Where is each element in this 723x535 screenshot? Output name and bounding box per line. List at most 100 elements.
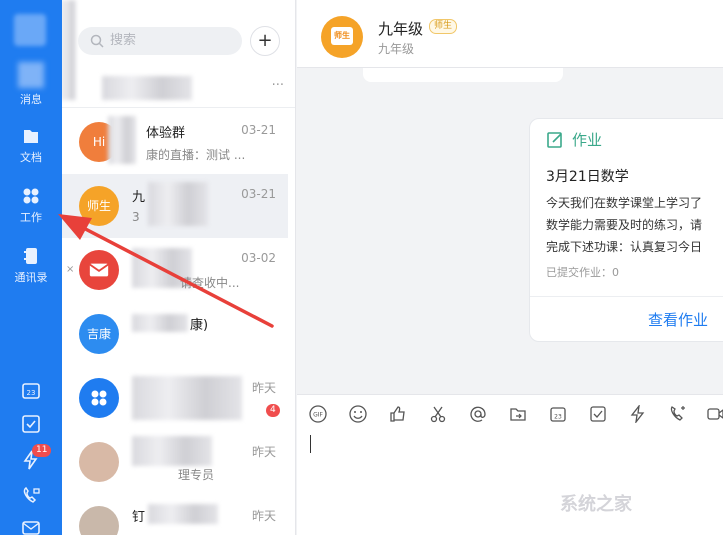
nav-messages[interactable]: 消息 bbox=[0, 62, 62, 107]
avatar bbox=[79, 250, 119, 290]
chat-subtitle: 九年级 bbox=[378, 42, 415, 56]
nav-label: 通讯录 bbox=[14, 271, 48, 284]
view-homework-button[interactable]: 查看作业 bbox=[648, 309, 708, 330]
homework-card[interactable]: 作业 3月21日数学 今天我们在数学课堂上学习了 数学能力需要及时的练习，请 完… bbox=[529, 118, 723, 342]
nav-work[interactable]: 工作 bbox=[0, 186, 62, 225]
conversation-preview: 3 bbox=[132, 210, 140, 224]
gif-icon[interactable]: GIF bbox=[309, 405, 327, 423]
card-header: 作业 bbox=[572, 131, 603, 149]
card-text-line: 今天我们在数学课堂上学习了 bbox=[546, 196, 703, 210]
conversation-name: 钉 bbox=[132, 510, 146, 525]
unread-badge: 11 bbox=[32, 444, 52, 457]
contacts-icon bbox=[24, 248, 37, 264]
todo-icon[interactable] bbox=[21, 414, 41, 434]
thumbs-up-icon[interactable] bbox=[389, 405, 407, 423]
conversation-list: 搜索 + ··· Hi 体验群 康的直播：测试 ... 03-21 师生 九 3… bbox=[62, 0, 296, 535]
document-icon bbox=[24, 130, 38, 143]
blurred-region bbox=[132, 376, 242, 420]
nav-label: 工作 bbox=[20, 211, 42, 224]
conversation-preview: 请查收中... bbox=[180, 276, 240, 290]
group-tag: 师生 bbox=[429, 19, 458, 34]
unread-badge: 4 bbox=[266, 404, 280, 417]
avatar bbox=[79, 378, 119, 418]
message-icon bbox=[18, 62, 44, 88]
avatar bbox=[79, 442, 119, 482]
list-item[interactable]: × 请查收中... 03-02 bbox=[62, 238, 288, 302]
blurred-region bbox=[102, 76, 192, 100]
video-call-icon[interactable] bbox=[21, 486, 41, 506]
chat-header: 师生 九年级 师生 九年级 bbox=[297, 0, 723, 68]
group-avatar[interactable]: 师生 bbox=[321, 16, 363, 58]
call-icon[interactable] bbox=[669, 405, 687, 423]
conversation-time: 昨天 bbox=[251, 445, 276, 459]
watermark: 系统之家 bbox=[560, 494, 632, 515]
blurred-region bbox=[132, 436, 212, 466]
flash-icon[interactable] bbox=[629, 405, 647, 423]
todo-icon[interactable] bbox=[589, 405, 607, 423]
list-item[interactable]: 钉 昨天 bbox=[62, 494, 288, 535]
edit-icon bbox=[547, 132, 562, 148]
more-icon[interactable]: ··· bbox=[272, 78, 284, 93]
conversation-time: 03-21 bbox=[241, 123, 276, 137]
calendar-icon[interactable]: 23 bbox=[549, 405, 567, 423]
conversation-time: 昨天 bbox=[251, 381, 276, 395]
nav-label: 消息 bbox=[20, 93, 42, 106]
conversation-name: 九 bbox=[132, 190, 146, 205]
svg-text:23: 23 bbox=[554, 414, 562, 421]
conversation-time: 03-02 bbox=[241, 251, 276, 265]
list-item[interactable]: 昨天 4 bbox=[62, 366, 288, 430]
blurred-region bbox=[108, 116, 136, 164]
avatar bbox=[79, 506, 119, 535]
user-avatar[interactable] bbox=[14, 14, 46, 46]
emoji-icon[interactable] bbox=[349, 405, 367, 423]
add-button[interactable]: + bbox=[250, 26, 280, 56]
conversation-time: 昨天 bbox=[251, 509, 276, 523]
search-placeholder: 搜索 bbox=[110, 33, 137, 48]
video-icon[interactable] bbox=[707, 405, 723, 423]
calendar-icon[interactable]: 23 bbox=[21, 380, 41, 400]
nav-label: 文档 bbox=[20, 151, 42, 164]
app-window: 消息 文档 工作 通讯录 23 11 搜索 + ··· Hi 体验群 康的直播：… bbox=[0, 0, 723, 535]
chat-pane: 师生 九年级 师生 九年级 作业 3月21日数学 今天我们在数学课堂上学习了 数… bbox=[297, 0, 723, 535]
list-item[interactable]: 吉康 康) bbox=[62, 302, 288, 366]
svg-text:GIF: GIF bbox=[313, 412, 323, 419]
previous-message bbox=[363, 68, 563, 82]
avatar: 吉康 bbox=[79, 314, 119, 354]
search-icon bbox=[90, 34, 104, 48]
mail-icon[interactable] bbox=[21, 520, 41, 535]
list-item[interactable]: 师生 九 3 03-21 bbox=[62, 174, 288, 238]
mail-icon bbox=[89, 263, 109, 277]
conversation-time: 03-21 bbox=[241, 187, 276, 201]
divider bbox=[530, 296, 723, 297]
list-header: ··· bbox=[62, 70, 295, 108]
search-input[interactable]: 搜索 bbox=[78, 27, 242, 55]
conversation-preview: 康的直播：测试 ... bbox=[146, 148, 246, 162]
card-text-line: 数学能力需要及时的练习，请 bbox=[546, 218, 703, 232]
chat-title[interactable]: 九年级 bbox=[378, 18, 423, 39]
forward-icon[interactable] bbox=[509, 405, 527, 423]
apps-icon bbox=[91, 390, 107, 406]
conversation-preview: 理专员 bbox=[178, 468, 215, 482]
at-icon[interactable] bbox=[469, 405, 487, 423]
conversation-name: 康) bbox=[190, 318, 209, 333]
card-subject: 3月21日数学 bbox=[546, 169, 629, 185]
nav-documents[interactable]: 文档 bbox=[0, 126, 62, 165]
nav-contacts[interactable]: 通讯录 bbox=[0, 246, 62, 285]
list-item[interactable]: Hi 体验群 康的直播：测试 ... 03-21 bbox=[62, 110, 288, 174]
conversation-name: 体验群 bbox=[146, 126, 186, 141]
svg-text:23: 23 bbox=[27, 389, 36, 397]
composer[interactable]: GIF 23 bbox=[297, 394, 723, 535]
close-icon[interactable]: × bbox=[66, 264, 74, 275]
work-icon bbox=[23, 188, 39, 204]
text-cursor bbox=[310, 435, 311, 453]
avatar: 师生 bbox=[79, 186, 119, 226]
submitted-count: 已提交作业：0 bbox=[546, 266, 619, 279]
scissors-icon[interactable] bbox=[429, 405, 447, 423]
blurred-region bbox=[148, 504, 218, 524]
list-item[interactable]: 理专员 昨天 bbox=[62, 430, 288, 494]
left-nav: 消息 文档 工作 通讯录 23 11 bbox=[0, 0, 62, 535]
blurred-region bbox=[132, 314, 188, 332]
blurred-region bbox=[148, 182, 208, 226]
card-text-line: 完成下述功课：认真复习今日 bbox=[546, 240, 703, 254]
message-area: 作业 3月21日数学 今天我们在数学课堂上学习了 数学能力需要及时的练习，请 完… bbox=[297, 68, 723, 394]
